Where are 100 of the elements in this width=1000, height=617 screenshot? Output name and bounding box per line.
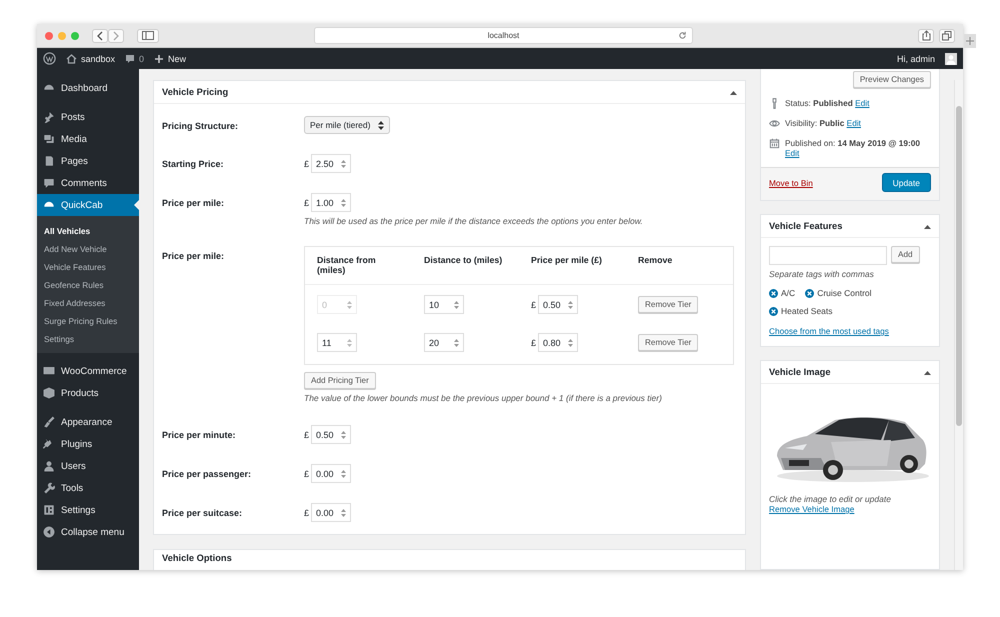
menu-icon [43,155,55,167]
submenu-item[interactable]: Settings [37,330,139,348]
field-label: Pricing Structure: [162,120,240,131]
calendar-icon [769,138,780,149]
spinner-arrows-icon[interactable] [347,338,352,346]
price-input[interactable]: 0.00 [311,503,352,522]
tag-label: Cruise Control [817,288,872,298]
menu-item[interactable]: Tools [37,477,139,499]
menu-item[interactable]: WooCommerce [37,360,139,382]
tag-input[interactable] [769,246,888,265]
price-input[interactable]: 1.00 [311,193,352,212]
collapse-caret-icon[interactable] [730,90,738,94]
submenu-item[interactable]: Fixed Addresses [37,294,139,312]
comment-count: 0 [139,54,144,64]
menu-item[interactable]: Users [37,455,139,477]
currency-symbol: £ [304,508,310,518]
price-input[interactable]: 0.80 [538,333,578,352]
menu-item[interactable]: Settings [37,499,139,521]
back-button[interactable] [92,28,108,42]
spinner-arrows-icon[interactable] [341,198,346,206]
remove-tier-button[interactable]: Remove Tier [638,334,698,351]
menu-item[interactable]: Dashboard [37,77,139,99]
update-button[interactable]: Update [882,173,932,192]
preview-changes-button[interactable]: Preview Changes [852,71,932,88]
publish-info-text: Status: Published Edit [785,98,870,108]
menu-icon [43,460,55,472]
publish-info-text: Visibility: Public Edit [785,118,861,128]
site-name[interactable]: sandbox [81,54,116,64]
price-input[interactable]: 2.50 [311,154,352,173]
tabs-button[interactable] [939,28,955,42]
share-button[interactable] [918,28,934,42]
menu-item[interactable]: Collapse menu [37,521,139,543]
new-link[interactable]: New [154,54,186,64]
comments-link[interactable]: 0 [125,54,144,64]
panel-title: Vehicle Pricing [162,87,228,97]
remove-image-link[interactable]: Remove Vehicle Image [769,504,854,514]
menu-item[interactable]: Plugins [37,433,139,455]
menu-item[interactable]: QuickCab [37,194,139,216]
menu-item[interactable]: Pages [37,150,139,172]
submenu-item[interactable]: Geofence Rules [37,276,139,294]
spinner-arrows-icon[interactable] [454,338,459,346]
reload-icon[interactable] [678,31,687,40]
most-used-tags-link[interactable]: Choose from the most used tags [769,326,889,336]
logo-icon[interactable] [43,52,56,65]
eye-icon [769,118,780,129]
edit-link[interactable]: Edit [846,118,861,128]
collapse-caret-icon[interactable] [924,224,932,228]
add-tag-button[interactable]: Add [891,246,920,263]
menu-item[interactable]: Comments [37,172,139,194]
edit-link[interactable]: Edit [785,148,800,158]
menu-item[interactable]: Products [37,382,139,404]
menu-item[interactable]: Media [37,128,139,150]
tag-label: A/C [781,288,796,298]
remove-tag-icon[interactable] [769,288,778,298]
remove-tier-button[interactable]: Remove Tier [638,296,698,313]
submenu-item[interactable]: Vehicle Features [37,258,139,276]
move-to-bin-link[interactable]: Move to Bin [769,178,813,188]
spinner-arrows-icon[interactable] [341,470,346,478]
price-input[interactable]: 0.50 [311,425,352,444]
remove-tag-icon[interactable] [769,306,778,316]
field-label: Price per mile: [162,197,226,208]
avatar-icon[interactable] [945,52,957,64]
price-input[interactable]: 0.50 [538,295,578,314]
field-label: Price per passenger: [162,468,252,479]
distance-to-input[interactable]: 10 [424,295,464,314]
spinner-arrows-icon[interactable] [568,300,574,308]
edit-link[interactable]: Edit [855,98,870,108]
submenu-item[interactable]: All Vehicles [37,222,139,240]
currency-symbol: £ [531,300,536,310]
menu-item[interactable]: Appearance [37,411,139,433]
hint-text: The value of the lower bounds must be the previous upper bound + 1 (if there is a previous tier) [304,393,663,403]
new-tab-button[interactable] [964,34,976,48]
collapse-caret-icon[interactable] [924,370,932,374]
spinner-arrows-icon[interactable] [341,508,346,516]
spinner-arrows-icon[interactable] [568,338,574,346]
distance-from-input[interactable]: 11 [317,333,357,352]
greeting-link[interactable]: Hi, admin [896,54,935,64]
distance-to-input[interactable]: 20 [424,333,464,352]
comment-icon [125,54,136,64]
menu-item[interactable]: Posts [37,106,139,128]
spinner-arrows-icon[interactable] [341,160,346,168]
pricing-structure-dropdown[interactable]: Per mile (tiered) [304,116,390,134]
sidebar-toggle-button[interactable] [137,28,159,42]
price-input[interactable]: 0.00 [311,464,352,483]
currency-symbol: £ [304,158,310,168]
maximize-window-icon[interactable] [71,32,79,40]
address-bar[interactable]: localhost [314,27,693,44]
add-pricing-tier-button[interactable]: Add Pricing Tier [304,372,376,389]
submenu-item[interactable]: Add New Vehicle [37,240,139,258]
close-window-icon[interactable] [45,32,53,40]
new-label[interactable]: New [168,54,186,64]
field-label: Price per suitcase: [162,507,244,518]
remove-tag-icon[interactable] [805,288,814,298]
spinner-arrows-icon[interactable] [341,430,346,438]
spinner-arrows-icon[interactable] [454,300,459,308]
submenu-item[interactable]: Surge Pricing Rules [37,312,139,330]
site-link[interactable]: sandbox [66,54,116,64]
menu-icon [43,111,55,123]
hint-text: This will be used as the price per mile if the distance exceeds the options you enter below. [304,216,644,226]
scrollbar[interactable] [954,80,963,570]
